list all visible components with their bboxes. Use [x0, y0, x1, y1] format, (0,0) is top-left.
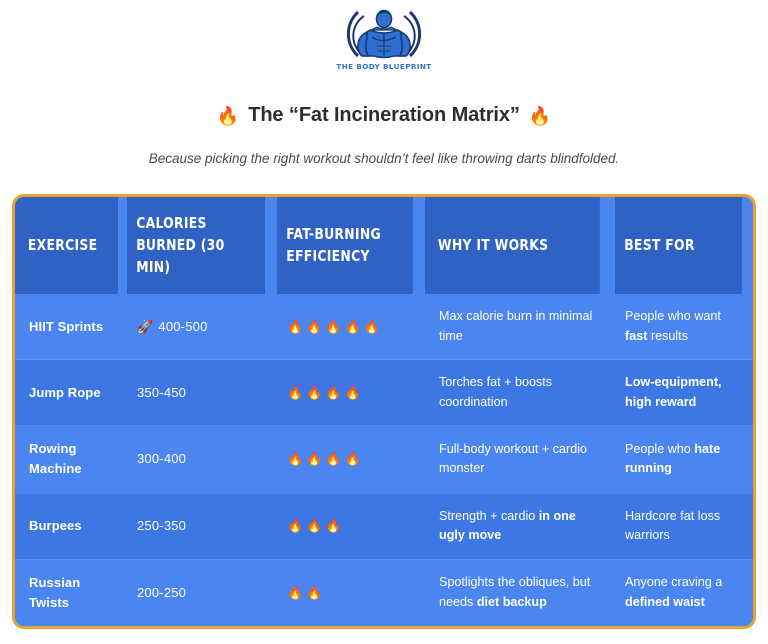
cell-efficiency-flames: 🔥🔥🔥🔥🔥 — [277, 294, 425, 360]
rocket-icon: 🚀 — [137, 318, 154, 334]
cell-calories: 300-400 — [127, 425, 277, 494]
cell-efficiency-flames: 🔥🔥 — [277, 558, 425, 626]
cell-best-for: Hardcore fat loss warriors — [615, 492, 753, 560]
fat-burning-matrix-table-card: EXERCISE CALORIES BURNED (30 MIN) FAT-BU… — [12, 194, 756, 629]
cell-best-for: People who hate running — [615, 425, 753, 494]
cell-calories: 200-250 — [127, 558, 277, 626]
calories-value: 200-250 — [137, 584, 187, 600]
column-header-efficiency: FAT-BURNING EFFICIENCY — [277, 197, 414, 295]
cell-why-it-works: Spotlights the obliques, but needs diet … — [425, 558, 615, 626]
bodybuilder-silhouette-icon — [346, 9, 422, 59]
cell-best-for: Anyone craving a defined waist — [615, 558, 753, 626]
logo-header: The Body Blueprint — [0, 0, 768, 74]
cell-exercise: Russian Twists — [15, 558, 127, 626]
calories-value: 400-500 — [158, 318, 208, 334]
cell-exercise: HIIT Sprints — [15, 294, 127, 360]
cell-calories: 🚀 400-500 — [127, 294, 277, 360]
table-header-row: EXERCISE CALORIES BURNED (30 MIN) FAT-BU… — [15, 197, 753, 295]
cell-efficiency-flames: 🔥🔥🔥🔥 — [277, 359, 425, 426]
table-row: Jump Rope 350-450 🔥🔥🔥🔥 Torches fat + boosts… — [15, 359, 753, 426]
table-row: Burpees 250-350 🔥🔥🔥 Strength + cardio in on… — [15, 492, 753, 560]
column-header-best-for: BEST FOR — [615, 197, 742, 295]
cell-exercise: Rowing Machine — [15, 425, 127, 494]
page-title-text: The “Fat Incineration Matrix” — [248, 104, 520, 126]
cell-best-for: People who want fast results — [615, 294, 753, 360]
table-row: HIIT Sprints 🚀 400-500 🔥🔥🔥🔥🔥 Max calorie bur… — [15, 294, 753, 360]
table-row: Rowing Machine 300-400 🔥🔥🔥🔥 Full-body worko… — [15, 425, 753, 494]
column-header-calories: CALORIES BURNED (30 MIN) — [127, 197, 265, 295]
table-row: Russian Twists 200-250 🔥🔥 Spotlights the ob… — [15, 558, 753, 626]
table-body: HIIT Sprints 🚀 400-500 🔥🔥🔥🔥🔥 Max calorie bur… — [15, 294, 753, 626]
column-header-why: WHY IT WORKS — [425, 197, 600, 295]
table-header: EXERCISE CALORIES BURNED (30 MIN) FAT-BU… — [15, 197, 753, 295]
cell-why-it-works: Full-body workout + cardio monster — [425, 425, 615, 494]
brand-logo: The Body Blueprint — [336, 4, 432, 72]
cell-why-it-works: Strength + cardio in one ugly move — [425, 492, 615, 560]
column-header-exercise: EXERCISE — [15, 197, 119, 295]
cell-why-it-works: Torches fat + boosts coordination — [425, 359, 615, 426]
cell-calories: 350-450 — [127, 359, 277, 426]
calories-value: 250-350 — [137, 518, 187, 534]
fire-icon-right: 🔥 — [528, 106, 552, 126]
cell-calories: 250-350 — [127, 492, 277, 560]
calories-value: 300-400 — [137, 451, 187, 467]
cell-efficiency-flames: 🔥🔥🔥🔥 — [277, 425, 425, 494]
calories-value: 350-450 — [137, 384, 187, 400]
page-title: 🔥 The “Fat Incineration Matrix” 🔥 — [0, 104, 768, 127]
brand-name: The Body Blueprint — [336, 62, 432, 71]
fat-burning-matrix-table: EXERCISE CALORIES BURNED (30 MIN) FAT-BU… — [15, 197, 753, 626]
cell-exercise: Burpees — [15, 492, 127, 560]
cell-best-for: Low-equipment, high reward — [615, 359, 753, 426]
page-subtitle: Because picking the right workout should… — [148, 151, 620, 166]
fire-icon-left: 🔥 — [216, 106, 240, 126]
cell-exercise: Jump Rope — [15, 359, 127, 426]
cell-why-it-works: Max calorie burn in minimal time — [425, 294, 615, 360]
cell-efficiency-flames: 🔥🔥🔥 — [277, 492, 425, 560]
